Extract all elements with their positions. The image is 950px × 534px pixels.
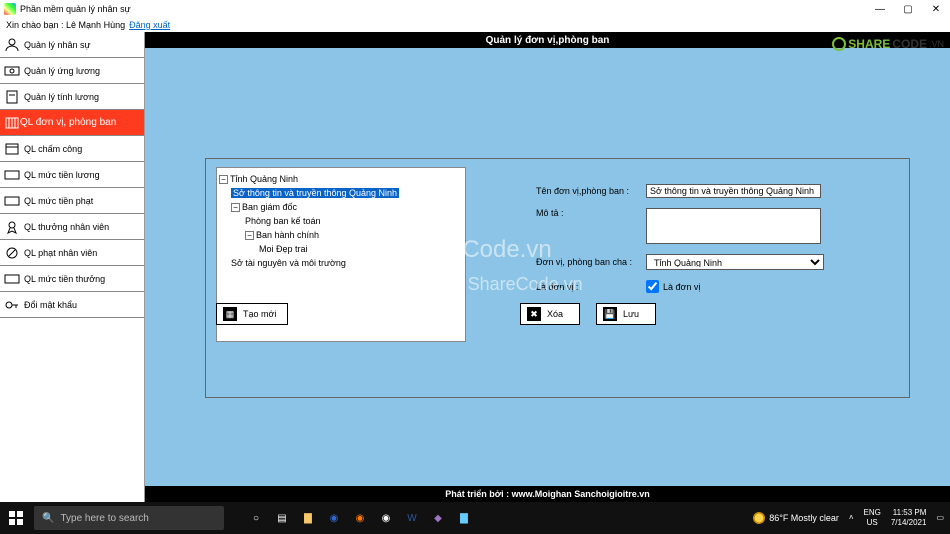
content-area: −Tỉnh Quảng Ninh Sở thông tin và truyền … <box>145 48 950 486</box>
money-icon <box>4 64 20 78</box>
firefox-icon[interactable]: ◉ <box>348 506 372 530</box>
tree-node[interactable]: Sở tài nguyên và môi trường <box>231 258 346 268</box>
sidebar-item-label: Quản lý ứng lương <box>24 66 100 76</box>
footer-text: Phát triển bởi : www.Moighan Sanchoigioi… <box>445 489 650 499</box>
window-close-button[interactable]: ✕ <box>922 0 950 18</box>
explorer-icon[interactable]: ▇ <box>296 506 320 530</box>
plus-icon: ▦ <box>223 307 237 321</box>
sidebar-item-label: Quản lý nhân sự <box>24 40 91 50</box>
save-icon: 💾 <box>603 307 617 321</box>
sidebar-item-label: QL mức tiền phạt <box>24 196 93 206</box>
money2-icon <box>4 168 20 182</box>
penalty-icon <box>4 246 20 260</box>
tree-node[interactable]: Ban hành chính <box>256 230 319 240</box>
select-parent[interactable]: Tỉnh Quảng Ninh <box>646 254 824 270</box>
sidebar-item-phat[interactable]: QL phạt nhân viên <box>0 240 144 266</box>
sidebar-item-ung-luong[interactable]: Quản lý ứng lương <box>0 58 144 84</box>
sidebar-item-thuong[interactable]: QL thưởng nhân viên <box>0 214 144 240</box>
sidebar-item-label: QL mức tiền lương <box>24 170 100 180</box>
language-indicator[interactable]: ENGUS <box>864 508 881 528</box>
sidebar-item-label: QL chấm công <box>24 144 82 154</box>
money3-icon <box>4 272 20 286</box>
person-icon <box>4 38 20 52</box>
greeting-row: Xin chào bạn : Lê Mạnh Hùng Đăng xuất <box>0 18 950 32</box>
sidebar: Quản lý nhân sự Quản lý ứng lương Quản l… <box>0 32 145 502</box>
checkbox-label: Là đơn vị <box>663 282 700 292</box>
tree-node[interactable]: Ban giám đốc <box>242 202 297 212</box>
vs-icon[interactable]: ◆ <box>426 506 450 530</box>
app-footer: Phát triển bởi : www.Moighan Sanchoigioi… <box>145 486 950 502</box>
word-icon[interactable]: W <box>400 506 424 530</box>
button-save[interactable]: 💾Lưu <box>596 303 656 325</box>
window-title: Phần mềm quản lý nhân sự <box>20 4 131 14</box>
tree-collapse-icon[interactable]: − <box>245 231 254 240</box>
sidebar-item-nhan-su[interactable]: Quản lý nhân sự <box>0 32 144 58</box>
label-name: Tên đơn vị,phòng ban : <box>536 186 646 196</box>
building-icon <box>4 116 20 130</box>
sidebar-item-muc-luong[interactable]: QL mức tiền lương <box>0 162 144 188</box>
tree-collapse-icon[interactable]: − <box>231 203 240 212</box>
checkbox-isunit[interactable] <box>646 280 659 293</box>
button-create[interactable]: ▦Tạo mới <box>216 303 288 325</box>
sidebar-item-doi-mk[interactable]: Đổi mật khẩu <box>0 292 144 318</box>
search-placeholder: Type here to search <box>60 513 148 524</box>
textarea-desc[interactable] <box>646 208 821 244</box>
taskbar-search[interactable]: 🔍 Type here to search <box>34 506 224 530</box>
tree-collapse-icon[interactable]: − <box>219 175 228 184</box>
input-name[interactable] <box>646 184 821 198</box>
sidebar-item-label: Quản lý tính lương <box>24 92 99 102</box>
chrome-icon[interactable]: ◉ <box>374 506 398 530</box>
form-panel: −Tỉnh Quảng Ninh Sở thông tin và truyền … <box>205 158 910 398</box>
app-running-icon[interactable]: ▇ <box>452 506 476 530</box>
clock-icon <box>4 142 20 156</box>
sidebar-item-cham-cong[interactable]: QL chấm công <box>0 136 144 162</box>
clock[interactable]: 11:53 PM7/14/2021 <box>891 508 927 528</box>
taskview-icon[interactable]: ▤ <box>270 506 294 530</box>
tree-node-selected[interactable]: Sở thông tin và truyền thông Quảng Ninh <box>231 188 399 198</box>
label-parent: Đơn vị, phòng ban cha : <box>536 257 646 267</box>
tree-node[interactable]: Phòng ban kế toán <box>245 216 321 226</box>
app-icon <box>4 3 16 15</box>
taskbar-apps: ○ ▤ ▇ ◉ ◉ ◉ W ◆ ▇ <box>244 506 476 530</box>
window-maximize-button[interactable]: ▢ <box>894 0 922 18</box>
sidebar-item-label: QL thưởng nhân viên <box>24 222 109 232</box>
reward-icon <box>4 220 20 234</box>
search-icon: 🔍 <box>42 513 54 524</box>
window-titlebar: Phần mềm quản lý nhân sự — ▢ ✕ <box>0 0 950 18</box>
start-button[interactable] <box>0 502 32 534</box>
key-icon <box>4 298 20 312</box>
edge-icon[interactable]: ◉ <box>322 506 346 530</box>
notifications-icon[interactable]: ▭ <box>936 513 944 523</box>
fine-icon <box>4 194 20 208</box>
label-desc: Mô tả : <box>536 208 646 218</box>
detail-form: Tên đơn vị,phòng ban : Mô tả : Đơn vị, p… <box>536 184 899 325</box>
gear-icon <box>832 37 846 51</box>
section-header: Quản lý đơn vị,phòng ban <box>145 32 950 48</box>
greeting-text: Xin chào bạn : Lê Mạnh Hùng <box>6 20 125 30</box>
sidebar-item-label: QL đơn vị, phòng ban <box>20 117 116 128</box>
sidebar-item-muc-phat[interactable]: QL mức tiền phạt <box>0 188 144 214</box>
windows-taskbar[interactable]: 🔍 Type here to search ○ ▤ ▇ ◉ ◉ ◉ W ◆ ▇ … <box>0 502 950 534</box>
sidebar-item-label: QL mức tiền thưởng <box>24 274 105 284</box>
system-tray[interactable]: 86°F Mostly clear ˄ ENGUS 11:53 PM7/14/2… <box>753 508 950 528</box>
sidebar-item-label: Đổi mật khẩu <box>24 300 77 310</box>
section-title: Quản lý đơn vị,phòng ban <box>486 35 610 46</box>
sharecode-logo: SHARECODE.VN <box>832 34 944 54</box>
window-minimize-button[interactable]: — <box>866 0 894 18</box>
sidebar-item-muc-thuong[interactable]: QL mức tiền thưởng <box>0 266 144 292</box>
sidebar-item-tinh-luong[interactable]: Quản lý tính lương <box>0 84 144 110</box>
tree-node[interactable]: Tỉnh Quảng Ninh <box>230 174 298 184</box>
sun-icon <box>753 512 765 524</box>
label-isunit: Là đơn vị : <box>536 282 646 292</box>
tree-node[interactable]: Moi Đẹp trai <box>259 244 308 254</box>
weather-widget[interactable]: 86°F Mostly clear <box>753 512 839 524</box>
logout-link[interactable]: Đăng xuất <box>129 20 170 30</box>
cortana-icon[interactable]: ○ <box>244 506 268 530</box>
tray-chevron-icon[interactable]: ˄ <box>849 513 854 523</box>
calc-icon <box>4 90 20 104</box>
sidebar-item-don-vi[interactable]: QL đơn vị, phòng ban <box>0 110 144 136</box>
sidebar-item-label: QL phạt nhân viên <box>24 248 97 258</box>
trash-icon: ✖ <box>527 307 541 321</box>
button-delete[interactable]: ✖Xóa <box>520 303 580 325</box>
